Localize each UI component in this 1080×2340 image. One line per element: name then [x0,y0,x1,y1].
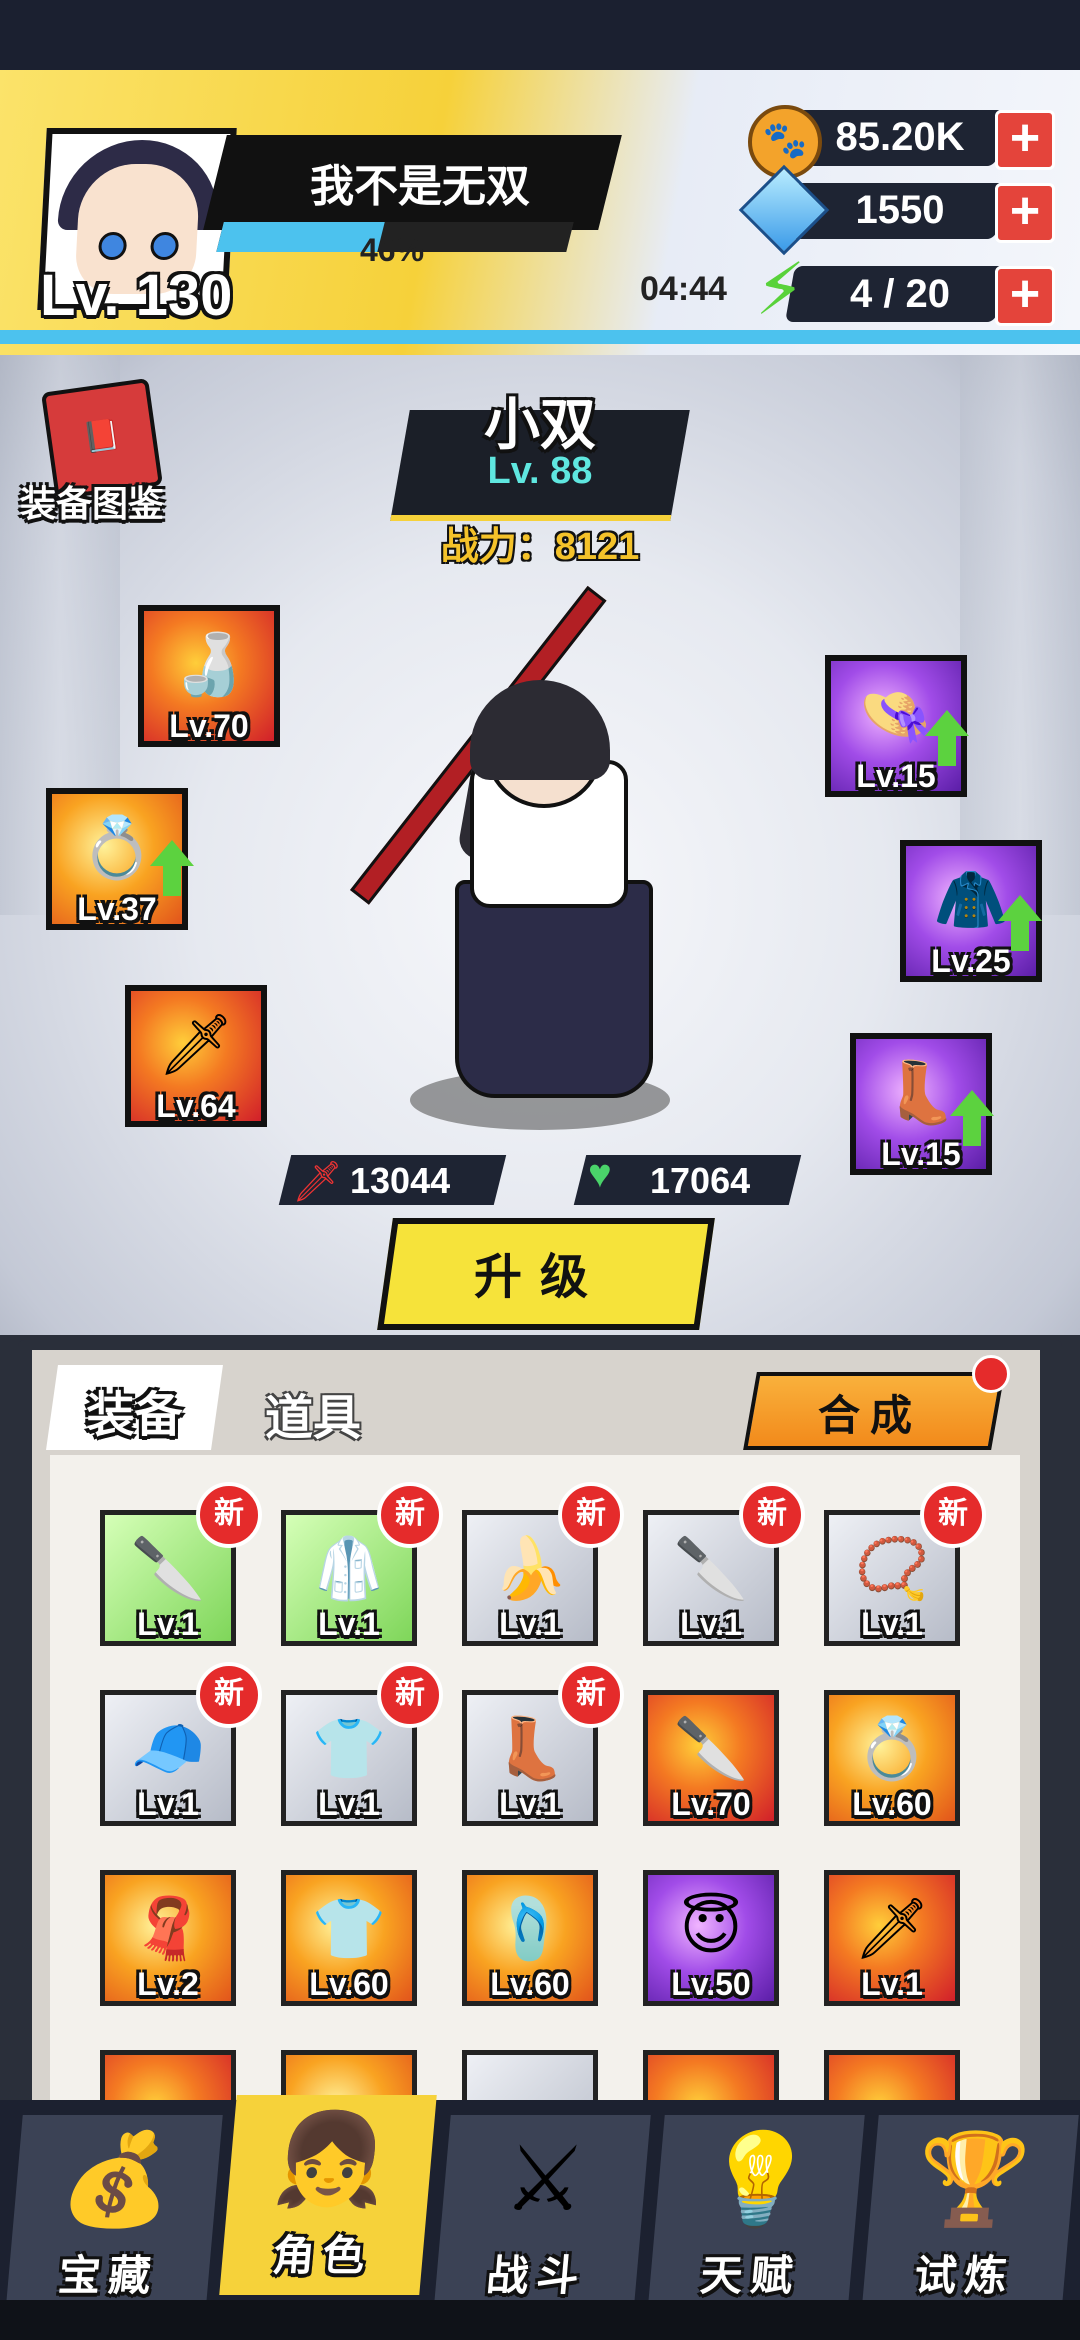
new-badge: 新 [196,1662,262,1728]
equip-slot-accessory[interactable]: 🍶 Lv.70 [138,605,280,747]
nav-label: 战斗 [484,2252,589,2299]
lightning-icon: ⚡ [755,250,806,330]
item-level: Lv.60 [852,1786,932,1822]
swords-icon: ⚔ [500,2130,590,2230]
slot-level: Lv.70 [169,708,249,744]
item-level: Lv.60 [490,1966,570,2002]
equip-slot-weapon[interactable]: 🗡 Lv.64 [125,985,267,1127]
inventory-item[interactable]: 😇 Lv.50 [643,1870,779,2006]
nav-label: 试炼 [912,2252,1017,2299]
item-level: Lv.1 [861,1966,923,2002]
item-level: Lv.1 [318,1786,380,1822]
character-icon: 👧 [270,2110,392,2210]
item-level: Lv.70 [671,1786,751,1822]
combat-power: 战力：8121 [440,526,640,568]
notification-dot [972,1355,1010,1393]
upgrade-label[interactable]: 升级 [385,1237,695,1307]
slipper-icon: 🩴 [492,1895,568,1962]
tab-equipment-label[interactable]: 装备 [52,1375,217,1445]
new-badge: 新 [377,1482,443,1548]
equipment-book-label[interactable]: 装备图鉴 [20,475,164,527]
nav-item-4[interactable]: 🏆 试炼 [861,2115,1079,2315]
item-level: Lv.1 [318,1606,380,1642]
slot-level: Lv.64 [156,1088,236,1124]
item-level: Lv.1 [680,1606,742,1642]
item-level: Lv.1 [137,1606,199,1642]
upgrade-arrow-icon [150,840,194,896]
item-level: Lv.50 [671,1966,751,2002]
new-badge: 新 [196,1482,262,1548]
bulb-icon: 💡 [698,2130,820,2230]
hero-name: 小双 [484,393,596,456]
ring-icon: 💍 [854,1715,930,1782]
gourd-icon: 🍶 [171,631,247,698]
add-energy-button[interactable]: + [995,266,1055,326]
sword-icon: 🗡 [157,1011,235,1078]
blue-shirt-icon: 👕 [311,1895,387,1962]
halo-icon: 😇 [679,1894,743,1961]
add-coins-button[interactable]: + [995,110,1055,170]
item-level: Lv.2 [137,1966,199,2002]
header-stripe [0,330,1080,344]
energy-value: 4 / 20 [849,272,951,316]
inventory-item[interactable]: 👕 Lv.60 [281,1870,417,2006]
nav-bottom-strip [0,2300,1080,2340]
nav-item-0[interactable]: 💰 宝藏 [5,2115,223,2315]
item-level: Lv.1 [861,1606,923,1642]
upgrade-arrow-icon [925,710,969,766]
new-badge: 新 [558,1662,624,1728]
merge-label[interactable]: 合成 [750,1382,990,1443]
player-name: 我不是无双 [310,162,530,211]
nav-label: 天赋 [698,2252,803,2299]
add-gems-button[interactable]: + [995,183,1055,243]
tab-items[interactable]: 道具 [265,1378,361,1448]
gems-value: 1550 [855,188,945,232]
attack-icon: 🗡 [292,1160,343,1204]
trophy-icon: 🏆 [912,2130,1034,2230]
inventory-item[interactable]: 🧣 Lv.2 [100,1870,236,2006]
inventory-item[interactable]: 🔪 Lv.70 [643,1690,779,1826]
new-badge: 新 [920,1482,986,1548]
coins-value: 85.20K [835,115,965,159]
curtain-right [960,355,1080,915]
nav-label: 角色 [270,2232,375,2279]
upgrade-arrow-icon [998,895,1042,951]
heart-icon: ♥ [588,1152,612,1196]
chest-icon: 💰 [56,2130,178,2230]
character-skirt [455,880,653,1098]
nav-item-2[interactable]: ⚔ 战斗 [433,2115,651,2315]
new-badge: 新 [739,1482,805,1548]
attack-value: 13044 [350,1160,451,1201]
item-level: Lv.1 [499,1606,561,1642]
item-level: Lv.60 [309,1966,389,2002]
new-badge: 新 [558,1482,624,1548]
nav-label: 宝藏 [56,2252,161,2299]
nav-item-1[interactable]: 👧 角色 [219,2095,437,2295]
inventory-item[interactable]: 🗡 Lv.1 [824,1870,960,2006]
slot-level: Lv.37 [77,891,157,927]
item-level: Lv.1 [499,1786,561,1822]
item-level: Lv.1 [137,1786,199,1822]
player-level: Lv. 130 [40,263,233,328]
inventory-item[interactable]: 💍 Lv.60 [824,1690,960,1826]
cursed-blade-icon: 🗡 [853,1895,931,1962]
upgrade-arrow-icon [950,1090,994,1146]
energy-timer: 04:44 [640,270,727,308]
nav-item-3[interactable]: 💡 天赋 [647,2115,865,2315]
new-badge: 新 [377,1662,443,1728]
hero-level: Lv. 88 [487,450,593,492]
inventory-item[interactable]: 🩴 Lv.60 [462,1870,598,2006]
scarf-icon: 🧣 [130,1895,206,1962]
blade-icon: 🔪 [673,1715,749,1782]
hp-value: 17064 [650,1160,751,1201]
xp-percent: 46% [360,232,425,268]
